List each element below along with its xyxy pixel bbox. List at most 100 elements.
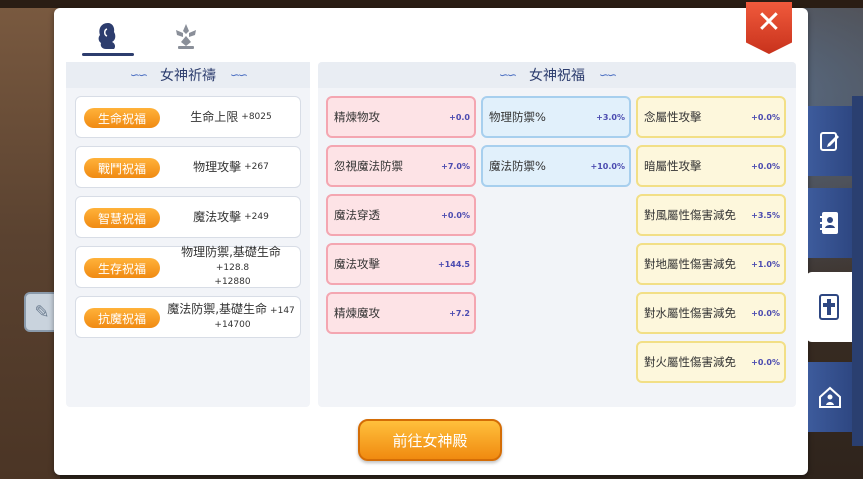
effect-bonus: +249: [244, 212, 269, 222]
stat-card[interactable]: 精煉魔攻 +7.2: [326, 292, 476, 334]
goddess-prayer-panel: ∽∽ 女神祈禱 ∽∽ 生命祝福 生命上限 +8025 戰鬥祝福 物理攻擊 +267 …: [66, 62, 310, 407]
panel-title: 女神祝福: [529, 68, 585, 84]
goddess-blessing-panel: ∽∽ 女神祝福 ∽∽ 精煉物攻 +0.0 忽視魔法防禦 +7.0% 魔法穿透 +0.0…: [318, 62, 796, 407]
panel-header: ∽∽ 女神祝福 ∽∽: [318, 62, 796, 88]
stat-label: 忽視魔法防禦: [334, 158, 403, 173]
stat-card[interactable]: 精煉物攻 +0.0: [326, 96, 476, 138]
stat-card[interactable]: 魔法攻擊 +144.5: [326, 243, 476, 285]
side-tab-contacts[interactable]: [808, 188, 852, 258]
stat-column-yellow: 念屬性攻擊 +0.0% 暗屬性攻擊 +0.0% 對風屬性傷害減免 +3.5% 對地屬性…: [636, 96, 786, 383]
stat-card[interactable]: 念屬性攻擊 +0.0%: [636, 96, 786, 138]
blessing-badge: 生命祝福: [84, 108, 160, 128]
stat-value: +7.0%: [441, 162, 470, 171]
prayer-row[interactable]: 智慧祝福 魔法攻擊 +249: [75, 196, 301, 238]
stat-value: +0.0%: [441, 211, 470, 220]
stat-label: 對水屬性傷害減免: [644, 305, 736, 320]
stat-label: 對地屬性傷害減免: [644, 256, 736, 271]
prayer-row[interactable]: 生存祝福 物理防禦,基礎生命 +128.8 +12880: [75, 245, 301, 288]
stat-value: +0.0%: [751, 309, 780, 318]
stat-label: 精煉物攻: [334, 109, 380, 124]
side-tab-holy[interactable]: [806, 272, 852, 342]
stat-card[interactable]: 對火屬性傷害減免 +0.0%: [636, 341, 786, 383]
stat-label: 暗屬性攻擊: [644, 158, 702, 173]
blossom-emblem-icon: [176, 24, 196, 49]
panel-title: 女神祈禱: [160, 68, 216, 84]
prayer-effect: 物理防禦,基礎生命 +128.8 +12880: [166, 245, 296, 287]
blessing-badge: 抗魔祝福: [84, 308, 160, 328]
stat-value: +3.5%: [751, 211, 780, 220]
stat-label: 物理防禦%: [489, 109, 546, 124]
background-top-strip: [0, 0, 863, 8]
dialog-tabs: [80, 16, 214, 58]
tab-blossom[interactable]: [158, 16, 214, 56]
prayer-row[interactable]: 生命祝福 生命上限 +8025: [75, 96, 301, 138]
prayer-list: 生命祝福 生命上限 +8025 戰鬥祝福 物理攻擊 +267 智慧祝福 魔法攻擊 +2…: [66, 88, 310, 338]
stat-value: +10.0%: [590, 162, 625, 171]
close-button[interactable]: ✕: [746, 2, 792, 54]
swirl-ornament-icon: ∽∽: [230, 68, 248, 82]
stat-column-blue: 物理防禦% +3.0% 魔法防禦% +10.0%: [481, 96, 631, 383]
prayer-effect: 魔法攻擊 +249: [166, 197, 296, 237]
stat-card[interactable]: 暗屬性攻擊 +0.0%: [636, 145, 786, 187]
blessing-badge: 智慧祝福: [84, 208, 160, 228]
stat-label: 精煉魔攻: [334, 305, 380, 320]
background-stone-wall: [0, 0, 60, 479]
effect-bonus-secondary: +12880: [214, 277, 251, 287]
effect-name: 生命上限: [190, 110, 239, 124]
stat-value: +0.0%: [751, 162, 780, 171]
prayer-effect: 物理攻擊 +267: [166, 147, 296, 187]
effect-bonus: +8025: [241, 112, 272, 122]
effect-name: 魔法攻擊: [193, 210, 242, 224]
stat-card[interactable]: 魔法穿透 +0.0%: [326, 194, 476, 236]
tab-goddess[interactable]: [80, 16, 136, 56]
stat-card[interactable]: 魔法防禦% +10.0%: [481, 145, 631, 187]
blessing-badge: 戰鬥祝福: [84, 158, 160, 178]
prayer-effect: 生命上限 +8025: [166, 97, 296, 137]
stat-column-red: 精煉物攻 +0.0 忽視魔法防禦 +7.0% 魔法穿透 +0.0% 魔法攻擊 +144.…: [326, 96, 476, 383]
stat-label: 魔法穿透: [334, 207, 380, 222]
go-to-temple-button[interactable]: 前往女神殿: [358, 419, 502, 461]
stat-label: 對風屬性傷害減免: [644, 207, 736, 222]
effect-name: 魔法防禦,基礎生命: [167, 302, 268, 316]
side-nav-edge: [852, 96, 863, 446]
effect-bonus: +128.8: [215, 263, 250, 273]
goddess-blessing-dialog: ✕ ∽∽ 女神祈禱 ∽∽ 生命祝福 生命上限 +8025 戰鬥祝福 物理攻擊 +26…: [54, 2, 808, 475]
stat-label: 魔法攻擊: [334, 256, 380, 271]
effect-name: 物理攻擊: [193, 160, 242, 174]
stat-value: +0.0%: [751, 358, 780, 367]
effect-bonus: +267: [244, 162, 269, 172]
prayer-row[interactable]: 抗魔祝福 魔法防禦,基礎生命 +147 +14700: [75, 296, 301, 338]
side-tab-home[interactable]: [808, 362, 852, 432]
side-tab-edit[interactable]: [808, 106, 852, 176]
prayer-row[interactable]: 戰鬥祝福 物理攻擊 +267: [75, 146, 301, 188]
effect-bonus: +147: [270, 306, 295, 316]
stat-value: +144.5: [437, 260, 470, 269]
effect-name: 物理防禦,基礎生命: [181, 245, 281, 259]
stat-label: 魔法防禦%: [489, 158, 546, 173]
swirl-ornament-icon: ∽∽: [599, 68, 617, 82]
stat-card[interactable]: 對水屬性傷害減免 +0.0%: [636, 292, 786, 334]
stat-value: +0.0%: [751, 113, 780, 122]
home-user-icon: [819, 386, 841, 408]
blessing-stat-grid: 精煉物攻 +0.0 忽視魔法防禦 +7.0% 魔法穿透 +0.0% 魔法攻擊 +144.…: [326, 96, 786, 383]
stat-value: +0.0: [449, 113, 470, 122]
stat-card[interactable]: 對風屬性傷害減免 +3.5%: [636, 194, 786, 236]
swirl-ornament-icon: ∽∽: [498, 68, 517, 82]
stat-card[interactable]: 物理防禦% +3.0%: [481, 96, 631, 138]
stat-value: +7.2: [449, 309, 470, 318]
stat-value: +1.0%: [751, 260, 780, 269]
effect-bonus-secondary: +14700: [214, 320, 251, 330]
panel-header: ∽∽ 女神祈禱 ∽∽: [66, 62, 310, 88]
holy-cross-icon: [819, 294, 839, 320]
stat-label: 對火屬性傷害減免: [644, 354, 736, 369]
stat-label: 念屬性攻擊: [644, 109, 702, 124]
swirl-ornament-icon: ∽∽: [129, 68, 148, 82]
edit-note-icon: [820, 132, 839, 151]
prayer-effect: 魔法防禦,基礎生命 +147 +14700: [166, 297, 296, 337]
stat-value: +3.0%: [596, 113, 625, 122]
blessing-badge: 生存祝福: [84, 258, 160, 278]
stat-card[interactable]: 忽視魔法防禦 +7.0%: [326, 145, 476, 187]
contacts-book-icon: [820, 212, 838, 234]
goddess-silhouette-icon: [98, 23, 116, 49]
stat-card[interactable]: 對地屬性傷害減免 +1.0%: [636, 243, 786, 285]
